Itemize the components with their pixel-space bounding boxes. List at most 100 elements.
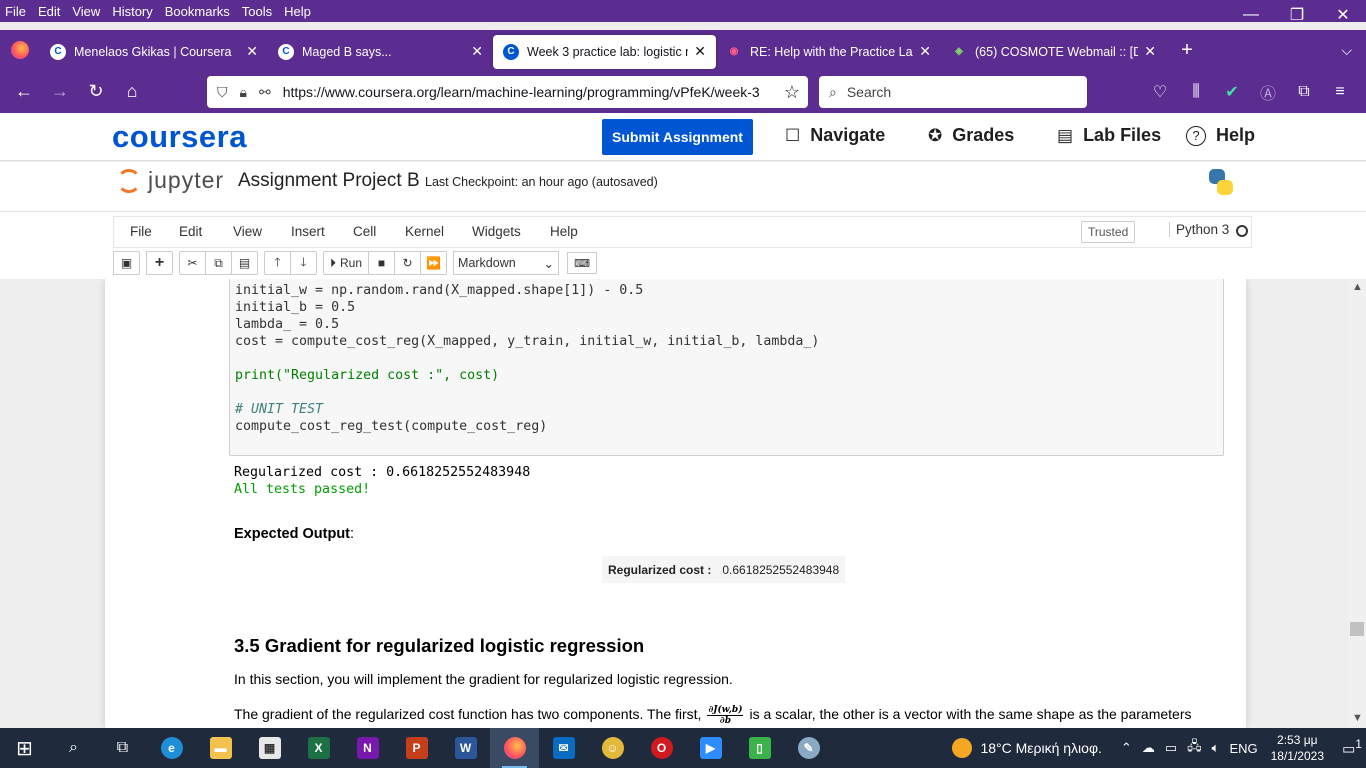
hamburger-menu-icon[interactable]: ≡ [1322, 83, 1358, 101]
stop-icon[interactable]: ■ [368, 251, 396, 275]
zoom-icon[interactable]: ▶ [686, 728, 735, 768]
reload-icon[interactable]: ↻ [78, 76, 114, 108]
extensions-puzzle-icon[interactable]: ⧉ [1286, 83, 1322, 101]
jmenu-cell[interactable]: Cell [353, 224, 376, 239]
code-cell[interactable]: initial_w = np.random.rand(X_mapped.shap… [229, 279, 1224, 456]
extension-check-icon[interactable]: ✔ [1214, 82, 1250, 102]
onenote-icon[interactable]: N [343, 728, 392, 768]
scrollbar-thumb[interactable] [1350, 622, 1364, 636]
store-icon[interactable]: ▦ [245, 728, 294, 768]
restart-icon[interactable]: ↻ [394, 251, 422, 275]
lock-icon[interactable]: 🔒︎ [240, 84, 247, 101]
tab-week3-lab[interactable]: C Week 3 practice lab: logistic reg ✕ [493, 34, 716, 69]
tray-expand-icon[interactable]: ⌃ [1121, 740, 1132, 756]
paint-icon[interactable]: ✎ [784, 728, 833, 768]
restore-button[interactable]: ❐ [1274, 0, 1320, 30]
restart-run-all-icon[interactable]: ⏩ [420, 251, 448, 275]
scroll-up-icon[interactable]: ▲ [1352, 281, 1363, 293]
code-editor[interactable]: initial_w = np.random.rand(X_mapped.shap… [235, 282, 819, 435]
permissions-icon[interactable]: ⚯ [259, 84, 271, 101]
close-tab-icon[interactable]: ✕ [694, 43, 706, 60]
tab-maged[interactable]: C Maged B says... ✕ [268, 35, 493, 69]
jmenu-kernel[interactable]: Kernel [405, 224, 444, 239]
run-button[interactable]: ⏵ Run [323, 251, 370, 275]
cell-type-select[interactable]: Markdown ⌄ [453, 251, 560, 275]
close-tab-icon[interactable]: ✕ [919, 43, 931, 60]
menu-history[interactable]: History [106, 4, 158, 19]
move-up-icon[interactable]: 🡑 [264, 251, 291, 275]
jupyter-logo[interactable]: jupyter [117, 167, 224, 194]
lab-files-button[interactable]: ▤ Lab Files [1057, 125, 1161, 146]
grades-button[interactable]: ✪ Grades [928, 125, 1014, 146]
coursera-logo[interactable]: coursera [112, 119, 247, 155]
menu-tools[interactable]: Tools [236, 4, 278, 19]
navigate-button[interactable]: ☐ Navigate [785, 125, 885, 146]
close-tab-icon[interactable]: ✕ [1144, 43, 1156, 60]
word-icon[interactable]: W [441, 728, 490, 768]
windows-start-icon[interactable]: ⊞ [0, 728, 49, 768]
close-window-button[interactable]: ✕ [1320, 0, 1366, 30]
tab-coursera-profile[interactable]: C Menelaos Gkikas | Coursera ✕ [40, 35, 268, 69]
menu-file[interactable]: File [0, 4, 32, 19]
keyboard-icon[interactable]: ⌨ [567, 252, 598, 274]
home-icon[interactable]: ⌂ [114, 76, 150, 108]
game-icon[interactable]: ☺ [588, 728, 637, 768]
library-icon[interactable]: ⫼ [1178, 83, 1214, 101]
minimize-button[interactable]: — [1228, 0, 1274, 30]
jmenu-view[interactable]: View [233, 224, 262, 239]
new-tab-button[interactable]: + [1172, 39, 1202, 62]
menu-help[interactable]: Help [278, 4, 317, 19]
volume-icon[interactable]: 🔈︎ [1212, 740, 1220, 756]
mail-icon[interactable]: ✉ [539, 728, 588, 768]
url-bar[interactable]: ⛉ 🔒︎ ⚯ https://www.coursera.org/learn/ma… [207, 76, 808, 108]
paste-icon[interactable]: ▤ [231, 251, 258, 275]
submit-assignment-button[interactable]: Submit Assignment [602, 119, 753, 155]
search-icon[interactable]: ⌕ [49, 728, 98, 768]
notebook-title[interactable]: Assignment Project B [238, 170, 420, 192]
cut-icon[interactable]: ✂ [179, 251, 206, 275]
opera-icon[interactable]: O [637, 728, 686, 768]
menu-edit[interactable]: Edit [32, 4, 66, 19]
move-down-icon[interactable]: 🡓 [290, 251, 317, 275]
menu-view[interactable]: View [66, 4, 106, 19]
save-icon[interactable]: ▣ [113, 251, 140, 275]
tab-help-practice-lab[interactable]: ◉ RE: Help with the Practice Lab o ✕ [716, 35, 941, 69]
search-bar[interactable]: ⌕ Search [819, 76, 1087, 108]
network-icon[interactable]: 🖧 [1187, 737, 1202, 759]
green-app-icon[interactable]: ▯ [735, 728, 784, 768]
url-text[interactable]: https://www.coursera.org/learn/machine-l… [283, 84, 776, 100]
menu-bookmarks[interactable]: Bookmarks [159, 4, 236, 19]
file-explorer-icon[interactable]: ▬ [196, 728, 245, 768]
jmenu-help[interactable]: Help [550, 224, 578, 239]
firefox-taskbar-icon[interactable] [490, 728, 539, 768]
notification-center-icon[interactable]: ▭1 [1338, 738, 1366, 758]
jmenu-widgets[interactable]: Widgets [472, 224, 521, 239]
forward-arrow-icon[interactable]: → [42, 76, 78, 108]
excel-icon[interactable]: X [294, 728, 343, 768]
edge-icon[interactable]: e [147, 728, 196, 768]
translate-icon[interactable]: Ⓐ [1250, 80, 1286, 104]
jmenu-edit[interactable]: Edit [179, 224, 202, 239]
pocket-icon[interactable]: ♡ [1142, 82, 1178, 102]
shield-icon[interactable]: ⛉ [217, 84, 228, 101]
jmenu-insert[interactable]: Insert [291, 224, 325, 239]
firefox-view-button[interactable] [0, 30, 40, 70]
jmenu-file[interactable]: File [130, 224, 152, 239]
weather-widget[interactable]: 18°C Μερική ηλιοφ. [952, 738, 1102, 758]
powerpoint-icon[interactable]: P [392, 728, 441, 768]
insert-cell-icon[interactable]: + [146, 251, 173, 275]
trusted-indicator[interactable]: Trusted [1081, 221, 1136, 243]
list-tabs-chevron-icon[interactable]: ⌵ [1341, 30, 1352, 70]
close-tab-icon[interactable]: ✕ [246, 43, 258, 60]
language-indicator[interactable]: ENG [1229, 741, 1257, 756]
copy-icon[interactable]: ⧉ [205, 251, 232, 275]
bookmark-star-icon[interactable]: ☆ [784, 82, 800, 103]
help-button[interactable]: ? Help [1186, 125, 1255, 146]
clock[interactable]: 2:53 μμ 18/1/2023 [1271, 732, 1324, 764]
scroll-down-icon[interactable]: ▼ [1352, 712, 1363, 724]
back-arrow-icon[interactable]: ← [6, 76, 42, 108]
task-view-icon[interactable]: ⧉ [98, 728, 147, 768]
battery-icon[interactable]: ▭ [1165, 740, 1177, 756]
onedrive-icon[interactable]: ☁ [1142, 740, 1155, 756]
close-tab-icon[interactable]: ✕ [471, 43, 483, 60]
